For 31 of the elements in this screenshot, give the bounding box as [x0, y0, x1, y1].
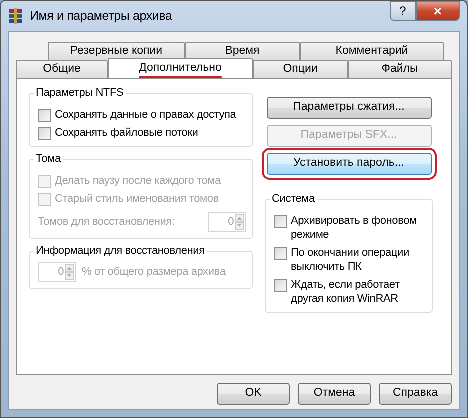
checkbox[interactable]: [274, 214, 287, 228]
group-title: Информация для восстановления: [34, 244, 207, 258]
dialog-button[interactable]: Отмена: [298, 382, 371, 405]
close-button[interactable]: ×: [416, 1, 460, 21]
checkbox[interactable]: [274, 278, 287, 292]
field-label: Томов для восстановления:: [38, 214, 175, 230]
dialog-button[interactable]: OK: [217, 382, 290, 405]
checkbox-label: Сохранять данные о правах доступа: [55, 108, 236, 122]
tab[interactable]: Комментарий: [300, 42, 444, 60]
checkbox[interactable]: [38, 108, 51, 122]
window-title: Имя и параметры архива: [30, 8, 174, 25]
tab[interactable]: Файлы: [348, 60, 452, 78]
tab[interactable]: Резервные копии: [48, 42, 185, 60]
checkbox-label: Старый стиль именования томов: [55, 192, 219, 206]
checkbox-label: Архивировать в фоновом режиме: [291, 214, 418, 242]
checkbox-label: Сохранять файловые потоки: [55, 126, 198, 140]
tab[interactable]: Опции: [253, 60, 348, 78]
tab[interactable]: Дополнительно: [108, 58, 253, 78]
field-label: % от общего размера архива: [82, 264, 226, 280]
checkbox-label: Делать паузу после каждого тома: [55, 174, 221, 188]
help-button[interactable]: ?: [390, 1, 416, 21]
button[interactable]: Параметры сжатия...: [266, 96, 432, 119]
dialog-button[interactable]: Справка: [379, 382, 452, 405]
checkbox-label: По окончании операции выключить ПК: [291, 246, 410, 274]
checkbox[interactable]: [274, 246, 287, 260]
checkbox-label: Ждать, если работает другая копия WinRAR: [291, 278, 401, 306]
tab[interactable]: Общие: [16, 60, 108, 78]
group-title: Параметры NTFS: [34, 86, 126, 100]
checkbox[interactable]: [38, 126, 51, 140]
tab[interactable]: Время: [185, 42, 300, 60]
app-icon: [8, 8, 24, 24]
